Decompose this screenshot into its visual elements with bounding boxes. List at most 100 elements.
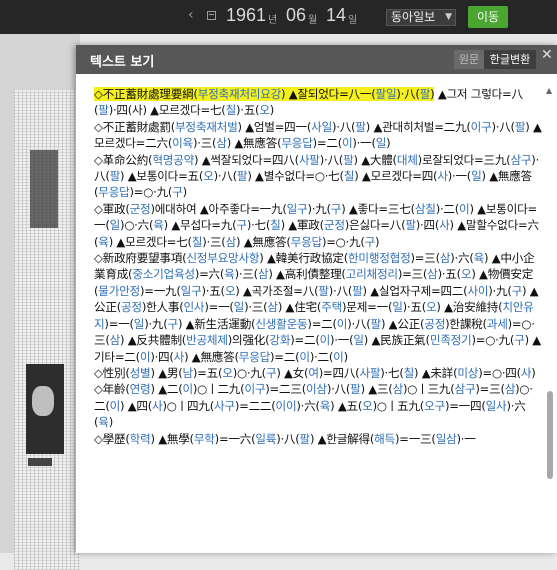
newspaper-select[interactable]: 동아일보 ▼: [386, 9, 456, 26]
text-run: ) ▲무섭다=九(: [163, 218, 237, 233]
text-run: ) ▲未詳(: [414, 365, 458, 380]
text-run: ) ▲新生活運動(: [177, 316, 256, 331]
text-run: ): [531, 365, 536, 380]
text-run: )·五(: [402, 300, 427, 315]
article-text: ◇不正蓄財處理要綱(부정축재처리요강) ▲잘되었다=八一(팔일)·八(팔) ▲그…: [94, 86, 542, 447]
hangul-reading: 삼: [427, 267, 438, 282]
text-run: )=二(: [270, 349, 300, 364]
text-run: )=六(: [194, 267, 225, 282]
hangul-reading: 해득: [374, 431, 395, 446]
text-run: ) ▲無應答(: [226, 136, 282, 151]
hangul-reading: 성별: [129, 365, 151, 380]
month-value[interactable]: 06: [286, 5, 306, 26]
text-run: ) ▲無應答(: [236, 234, 291, 249]
text-run: ◇新政府要望事項(: [94, 251, 187, 266]
hangul-reading: 오: [222, 365, 233, 380]
text-run: )·一(: [447, 169, 472, 184]
hangul-reading: 군정: [129, 201, 151, 216]
hangul-reading: 구: [265, 365, 277, 380]
hangul-reading: 사이: [467, 283, 489, 298]
text-run: )의强化(: [227, 333, 270, 348]
text-run: )·八(: [328, 283, 353, 298]
hangul-reading: 무응답: [281, 136, 313, 151]
hangul-reading: 부정축재처벌: [175, 119, 238, 134]
paragraph: ◇新政府要望事項(신정부요망사항) ▲韓美行政協定(한미행정협정)=三(삼)·六…: [94, 250, 542, 365]
text-run: )·八(: [213, 169, 238, 184]
text-run: ) ▲大體(: [353, 152, 397, 167]
text-run: )·四(: [108, 103, 133, 118]
hangul-reading: 신생활운동: [255, 316, 308, 331]
hangul-reading: 이육: [172, 136, 193, 151]
hangul-reading: 이: [109, 398, 121, 413]
hangul-reading: 공정: [424, 316, 446, 331]
text-run: )=三(: [397, 267, 428, 282]
tab-hangul-convert[interactable]: 한글변환: [484, 50, 536, 69]
previous-arrow-icon[interactable]: ‹: [188, 7, 194, 23]
paragraph: ◇不正蓄財處罰(부정축재처벌) ▲엄벌=四一(사일)·八(팔) ▲관대히처벌=二…: [94, 119, 542, 152]
text-run: ◇不正蓄財處罰(: [94, 119, 176, 134]
hangul-reading: 구: [172, 185, 183, 200]
calendar-icon[interactable]: [207, 11, 216, 20]
text-run: )=一三(: [394, 431, 436, 446]
text-run: ◇年齡(: [94, 382, 130, 397]
text-run: )문제=一(: [342, 300, 393, 315]
hangul-reading: 일구: [180, 283, 202, 298]
hangul-reading: 칠: [191, 234, 203, 249]
hangul-reading: 삼: [257, 267, 269, 282]
hangul-reading: 육: [473, 251, 485, 266]
text-run: ▲잘되었다=八一(: [285, 87, 376, 101]
text-run: )·七(: [380, 365, 404, 380]
text-run: )·八(: [319, 152, 344, 167]
hangul-reading: 고리채정리: [345, 267, 398, 282]
text-run: )·八(: [332, 119, 356, 134]
text-run: )○·九(: [232, 365, 266, 380]
text-run: )=二(: [307, 316, 337, 331]
hangul-reading: 팔: [350, 382, 361, 397]
hangul-reading: 일: [233, 300, 245, 315]
text-run: ) ▲三(: [360, 382, 393, 397]
text-run: ) ▲좋다=三七(: [341, 201, 415, 216]
hangul-reading: 혁명공약: [152, 152, 194, 167]
text-run: ) ▲한글解得(: [309, 431, 375, 446]
close-icon[interactable]: ✕: [541, 47, 553, 63]
hangul-reading: 오: [460, 267, 472, 282]
tab-original[interactable]: 원문: [454, 50, 484, 69]
hangul-reading: 대체: [396, 152, 418, 167]
text-run: ) ▲별수없다=○·七(: [247, 169, 344, 184]
hangul-reading: 칠: [343, 169, 355, 184]
scrollbar-thumb[interactable]: [547, 391, 553, 479]
day-value[interactable]: 14: [326, 5, 346, 26]
scrollbar[interactable]: ▲: [545, 86, 555, 553]
newspaper-caption-block: [28, 458, 52, 466]
hangul-reading: 팔: [236, 169, 248, 184]
scroll-up-icon[interactable]: ▲: [546, 86, 552, 95]
hangul-reading: 팔: [352, 283, 363, 298]
hangul-reading: 사일: [311, 119, 332, 134]
hangul-reading: 물가안정: [98, 283, 140, 298]
newspaper-select-value: 동아일보: [391, 10, 436, 24]
hangul-reading: 구: [514, 333, 525, 348]
text-run: )·九(: [488, 283, 512, 298]
hangul-reading: 육: [319, 398, 331, 413]
text-run: )=五(: [192, 365, 223, 380]
text-run: )=一四(: [444, 398, 486, 413]
text-run: ) ▲실업자구제=四二(: [362, 283, 468, 298]
text-run: ) ▲高利債整理(: [268, 267, 346, 282]
go-button[interactable]: 이동: [468, 6, 508, 28]
hangul-reading: 삼: [216, 136, 227, 151]
hangul-reading: 육: [153, 218, 164, 233]
text-run: )한人事(: [141, 300, 184, 315]
text-run: )·五(: [236, 103, 260, 118]
text-run: ) ▲모르겠다=七(: [142, 103, 226, 118]
text-run: ) ▲보통이다=五(: [120, 169, 204, 184]
paragraph: ◇年齡(연령) ▲二(이)○ㅣ二九(이구)=二三(이삼)·八(팔) ▲三(삼)○…: [94, 381, 542, 430]
text-run: ): [182, 185, 188, 200]
hangul-reading: 삼구: [454, 382, 476, 397]
hangul-reading: 사구: [214, 398, 235, 413]
text-run: )○ㅣ五九(: [372, 398, 425, 413]
year-value[interactable]: 1961: [226, 5, 266, 26]
hangul-reading: 일: [375, 136, 387, 151]
hangul-reading: 일: [392, 300, 403, 315]
hangul-reading: 칠: [225, 103, 237, 118]
text-run: ) ▲住宅(: [277, 300, 322, 315]
